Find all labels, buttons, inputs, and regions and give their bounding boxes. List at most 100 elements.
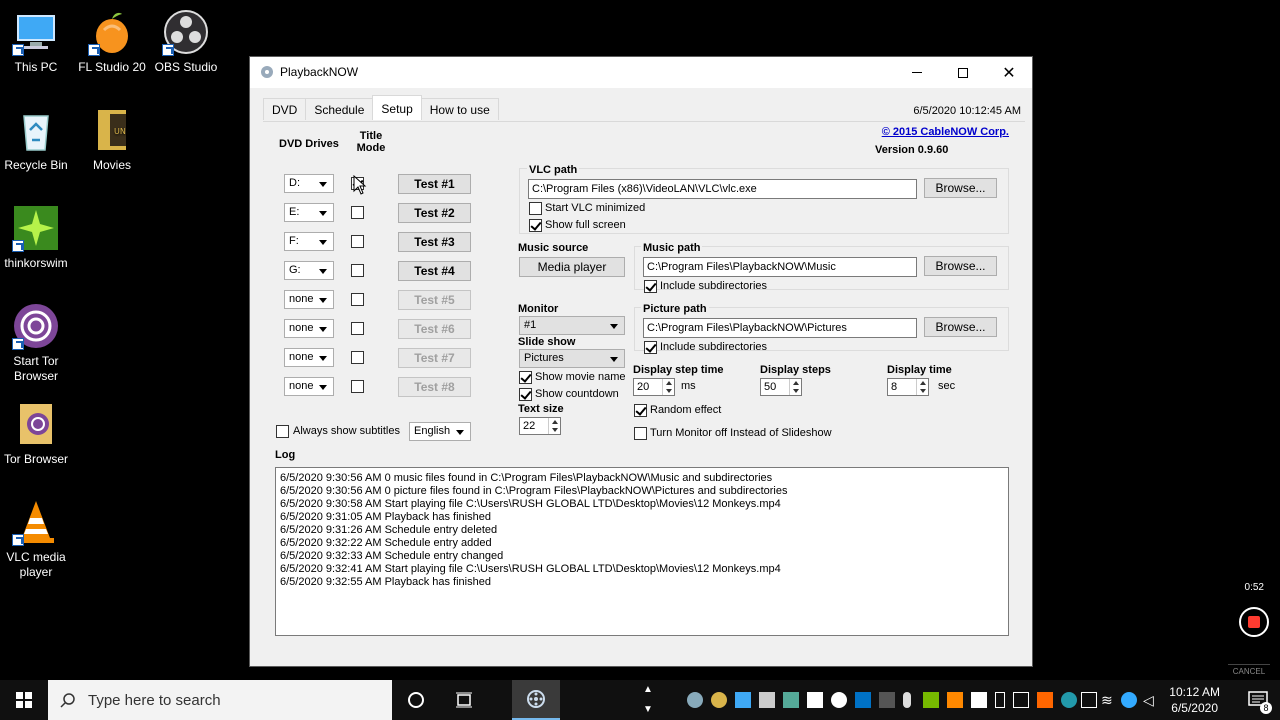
music-browse-button[interactable]: Browse... (924, 256, 997, 276)
spinner-arrows-icon[interactable] (662, 379, 674, 395)
drive-select[interactable]: D: (284, 174, 334, 193)
test-drive-button[interactable]: Test #1 (398, 174, 471, 194)
tray-app-icon[interactable] (831, 692, 847, 708)
display-steps-spinner[interactable]: 50 (760, 378, 802, 396)
copyright-link[interactable]: © 2015 CableNOW Corp. (882, 126, 1009, 138)
test-drive-button[interactable]: Test #3 (398, 232, 471, 252)
wifi-icon[interactable]: ≋ (1101, 692, 1117, 708)
title-mode-checkbox[interactable] (351, 235, 364, 248)
start-vlc-minimized-checkbox[interactable] (529, 202, 542, 215)
tray-app-icon[interactable] (1037, 692, 1053, 708)
desktop-icon-this-pc[interactable]: This PC (0, 8, 74, 75)
slide-show-select[interactable]: Pictures (519, 349, 625, 368)
test-drive-button[interactable]: Test #8 (398, 377, 471, 397)
drive-select[interactable]: G: (284, 261, 334, 280)
tray-app-icon[interactable] (1061, 692, 1077, 708)
music-include-subdirectories-checkbox[interactable] (644, 280, 657, 293)
volume-icon[interactable]: ◁ (1143, 692, 1159, 708)
test-drive-button[interactable]: Test #6 (398, 319, 471, 339)
tray-app-icon[interactable] (735, 692, 751, 708)
taskbar-clock[interactable]: 10:12 AM 6/5/2020 (1169, 684, 1220, 716)
display-step-time-spinner[interactable]: 20 (633, 378, 675, 396)
show-countdown-checkbox[interactable] (519, 388, 532, 401)
text-size-spinner[interactable]: 22 (519, 417, 561, 435)
desktop-icon-fl-studio[interactable]: FL Studio 20 (74, 8, 150, 75)
title-mode-checkbox[interactable] (351, 264, 364, 277)
drive-select[interactable]: E: (284, 203, 334, 222)
tab-how-to-use[interactable]: How to use (420, 98, 499, 120)
music-path-field[interactable]: C:\Program Files\PlaybackNOW\Music (643, 257, 917, 277)
media-player-button[interactable]: Media player (519, 257, 625, 277)
desktop-icon-recycle-bin[interactable]: Recycle Bin (0, 106, 74, 173)
maximize-button[interactable] (940, 57, 986, 88)
tray-app-icon[interactable] (783, 692, 799, 708)
title-mode-checkbox[interactable] (351, 293, 364, 306)
desktop-icon-vlc[interactable]: VLC media player (0, 498, 74, 580)
nvidia-icon[interactable] (923, 692, 939, 708)
tray-app-icon[interactable] (1081, 692, 1097, 708)
cortana-button[interactable] (392, 680, 440, 720)
drive-select[interactable]: none (284, 377, 334, 396)
desktop-icon-movies[interactable]: UN Movies (74, 106, 150, 173)
taskbar-playbacknow[interactable] (512, 680, 560, 720)
tray-app-icon[interactable] (759, 692, 775, 708)
drive-select[interactable]: F: (284, 232, 334, 251)
drive-select[interactable]: none (284, 348, 334, 367)
display-time-spinner[interactable]: 8 (887, 378, 929, 396)
outlook-icon[interactable] (855, 692, 871, 708)
language-select[interactable]: English (409, 422, 471, 441)
tray-app-icon[interactable] (947, 692, 963, 708)
show-full-screen-checkbox[interactable] (529, 219, 542, 232)
tab-schedule[interactable]: Schedule (305, 98, 374, 120)
always-show-subtitles-checkbox[interactable] (276, 425, 289, 438)
turn-monitor-off-checkbox[interactable] (634, 427, 647, 440)
security-icon[interactable] (971, 692, 987, 708)
tray-app-icon[interactable] (687, 692, 703, 708)
spinner-arrows-icon[interactable] (548, 418, 560, 434)
tab-dvd[interactable]: DVD (263, 98, 307, 120)
log-box[interactable]: 6/5/2020 9:30:56 AM 0 music files found … (275, 467, 1009, 636)
drive-select[interactable]: none (284, 290, 334, 309)
desktop-icon-tor-browser[interactable]: Tor Browser (0, 400, 74, 467)
dropbox-icon[interactable] (807, 692, 823, 708)
task-view-button[interactable] (440, 680, 488, 720)
test-drive-button[interactable]: Test #7 (398, 348, 471, 368)
title-mode-checkbox[interactable] (351, 380, 364, 393)
spinner-arrows-icon[interactable] (789, 379, 801, 395)
recorder-cancel[interactable]: CANCEL (1228, 664, 1270, 676)
minimize-button[interactable] (894, 57, 940, 88)
start-button[interactable] (0, 680, 48, 720)
vlc-path-field[interactable]: C:\Program Files (x86)\VideoLAN\VLC\vlc.… (528, 179, 917, 199)
desktop-icon-thinkorswim[interactable]: thinkorswim (0, 204, 74, 271)
tray-scroll-down-icon[interactable]: ▼ (643, 704, 653, 715)
tray-app-icon[interactable] (1121, 692, 1137, 708)
random-effect-checkbox[interactable] (634, 404, 647, 417)
tray-expand-icon[interactable]: ▲ (643, 684, 653, 695)
tray-app-icon[interactable] (879, 692, 895, 708)
notification-center-button[interactable]: 8 (1248, 690, 1272, 714)
picture-include-subdirectories-checkbox[interactable] (644, 341, 657, 354)
vlc-browse-button[interactable]: Browse... (924, 178, 997, 198)
taskbar-search[interactable]: Type here to search (48, 680, 392, 720)
network-device-icon[interactable] (1013, 692, 1029, 708)
title-mode-checkbox[interactable] (351, 322, 364, 335)
title-mode-checkbox[interactable] (351, 351, 364, 364)
title-bar[interactable]: PlaybackNOW ✕ (250, 57, 1032, 88)
test-drive-button[interactable]: Test #5 (398, 290, 471, 310)
close-button[interactable]: ✕ (986, 57, 1032, 88)
record-stop-button[interactable] (1239, 607, 1269, 637)
battery-icon[interactable] (995, 692, 1005, 708)
desktop-icon-start-tor[interactable]: Start Tor Browser (0, 302, 74, 384)
monitor-select[interactable]: #1 (519, 316, 625, 335)
tab-setup[interactable]: Setup (372, 95, 422, 120)
title-mode-checkbox[interactable] (351, 206, 364, 219)
show-movie-name-checkbox[interactable] (519, 371, 532, 384)
microphone-icon[interactable] (903, 692, 911, 708)
desktop-icon-obs[interactable]: OBS Studio (148, 8, 224, 75)
drive-select[interactable]: none (284, 319, 334, 338)
tray-app-icon[interactable] (711, 692, 727, 708)
picture-browse-button[interactable]: Browse... (924, 317, 997, 337)
test-drive-button[interactable]: Test #2 (398, 203, 471, 223)
test-drive-button[interactable]: Test #4 (398, 261, 471, 281)
spinner-arrows-icon[interactable] (916, 379, 928, 395)
